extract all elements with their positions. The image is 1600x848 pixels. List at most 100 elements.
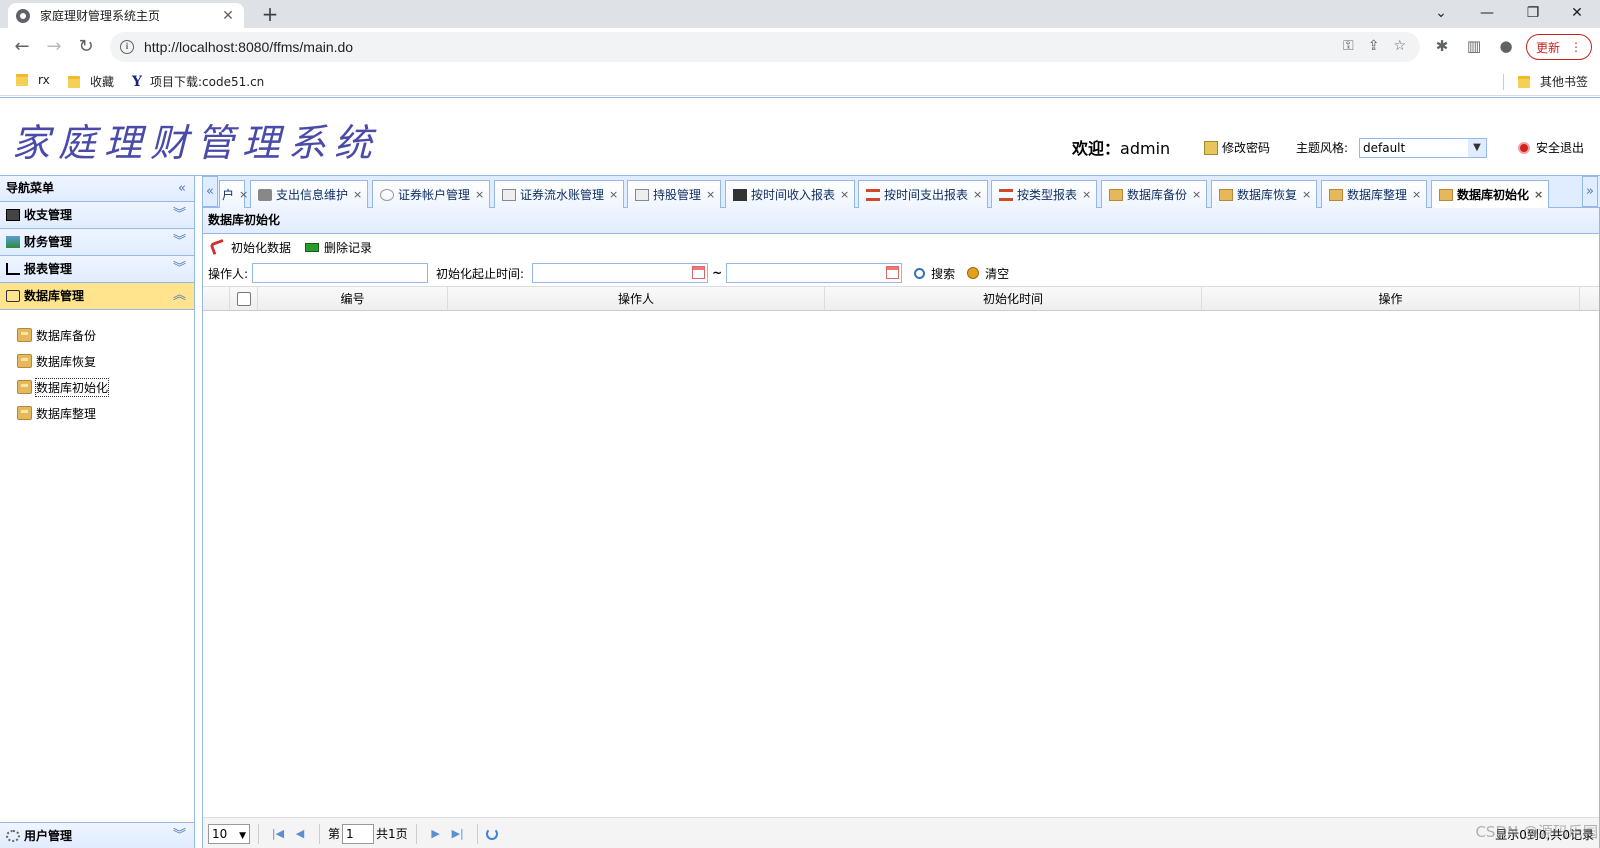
tab-close-icon[interactable]: × [475,188,484,201]
clear-button[interactable]: 清空 [967,265,1009,282]
restore-button[interactable]: ❐ [1510,0,1556,28]
welcome-text: 欢迎：admin [1072,139,1171,158]
col-header-operator[interactable]: 操作人 [448,287,825,310]
next-page-icon[interactable]: ▶ [425,827,447,840]
tab-scroll-left-icon[interactable]: « [202,176,218,207]
tab-scroll-right-icon[interactable]: » [1582,176,1598,207]
delete-icon [305,242,320,252]
tab-close-icon[interactable]: × [840,188,849,201]
sidebar-group-users[interactable]: 用户管理 ︾ [0,822,194,848]
bookmark-other[interactable]: 其他书签 [1518,73,1588,90]
theme-select[interactable]: default ▼ [1359,138,1487,158]
refresh-icon[interactable] [485,827,498,840]
operator-input[interactable] [252,263,429,283]
first-page-icon[interactable]: |◀ [267,827,289,840]
sidebar-item-db-backup[interactable]: 数据库备份 [0,322,194,348]
profile-icon[interactable]: ● [1496,37,1516,55]
col-header-id[interactable]: 编号 [258,287,448,310]
sidebar: 导航菜单 « 收支管理 ︾ 财务管理 ︾ 报表管理 ︾ 数据库管理 ︽ 数据库备… [0,176,195,848]
globe-icon [16,8,30,23]
select-all-checkbox[interactable] [236,291,251,306]
back-icon[interactable]: ← [10,35,34,59]
tab-db-backup[interactable]: 数据库备份 × [1101,180,1208,208]
change-password-link[interactable]: 修改密码 [1204,139,1270,156]
pager-separator [319,823,320,844]
tab-holdings[interactable]: 持股管理 × [627,180,722,208]
menu-dots-icon: ⋮ [1570,40,1582,54]
browser-tab[interactable]: 家庭理财管理系统主页 ✕ [8,3,244,28]
search-button[interactable]: 搜索 [914,265,955,282]
tab-close-icon[interactable]: × [609,188,618,201]
tab-db-cleanup[interactable]: 数据库整理 × [1321,180,1428,208]
collapse-left-icon[interactable]: « [178,176,186,201]
tab-close-icon[interactable]: × [973,188,982,201]
hierarchy-icon [866,188,880,201]
sidebar-group-income[interactable]: 收支管理 ︾ [0,202,194,229]
tab-search-icon[interactable]: ⌄ [1418,0,1464,28]
update-button[interactable]: 更新 ⋮ [1526,34,1592,60]
calendar-icon[interactable] [692,266,706,279]
select-all-cell [230,287,258,310]
reload-icon[interactable]: ↻ [74,35,98,59]
last-page-icon[interactable]: ▶| [447,827,469,840]
end-date-input[interactable] [726,263,903,283]
share-icon[interactable]: ⇪ [1368,38,1380,54]
calendar-icon[interactable] [886,266,900,279]
address-bar[interactable]: i http://localhost:8080/ffms/main.do ⚿ ⇪… [110,32,1420,62]
new-tab-button[interactable]: + [258,2,282,26]
close-window-button[interactable]: ✕ [1554,0,1600,28]
forward-icon[interactable]: → [42,35,66,59]
tab-close-icon[interactable]: × [239,188,248,201]
sidebar-item-db-restore[interactable]: 数据库恢复 [0,348,194,374]
start-date-field[interactable] [532,263,709,283]
tab-expense-info[interactable]: 支出信息维护 × [250,180,369,208]
key-icon[interactable]: ⚿ [1343,38,1354,54]
tab-db-restore[interactable]: 数据库恢复 × [1211,180,1318,208]
clear-icon [967,267,980,279]
sidebar-group-database[interactable]: 数据库管理 ︽ [0,283,194,310]
chevron-down-icon: ▼ [1468,139,1486,157]
col-header-action[interactable]: 操作 [1202,287,1580,310]
tab-close-icon[interactable]: × [1412,188,1421,201]
bookmark-favorites[interactable]: 收藏 [68,73,114,90]
tab-income-report[interactable]: 按时间收入报表 × [725,180,856,208]
page-size-select[interactable]: 10 ▼ [208,823,250,844]
extensions-icon[interactable]: ✱ [1432,37,1452,55]
tab-close-icon[interactable]: × [1302,188,1311,201]
logout-link[interactable]: 安全退出 [1518,139,1584,156]
page-number-input[interactable]: 1 [342,823,375,844]
tab-securities-account[interactable]: 证券帐户管理 × [372,180,491,208]
sidebar-group-report[interactable]: 报表管理 ︾ [0,256,194,283]
tab-type-report[interactable]: 按类型报表 × [991,180,1098,208]
close-tab-icon[interactable]: ✕ [220,8,236,24]
tab-user-partial[interactable]: 户 × [219,180,248,208]
init-data-button[interactable]: 初始化数据 [209,238,291,256]
tab-close-icon[interactable]: × [1082,188,1091,201]
minimize-button[interactable]: — [1464,0,1510,28]
sidebar-item-db-cleanup[interactable]: 数据库整理 [0,400,194,426]
tab-close-icon[interactable]: × [1534,188,1543,201]
app-logo: 家庭理财管理系统 [12,121,381,165]
star-icon[interactable]: ☆ [1393,38,1406,54]
power-icon [1518,141,1530,154]
pager: 10 ▼ |◀ ◀ 第 1 共1页 ▶ ▶| 显示0到0,共0记录 [203,817,1599,848]
delete-record-button[interactable]: 删除记录 [305,239,372,256]
site-info-icon[interactable]: i [120,40,134,54]
tab-securities-ledger[interactable]: 证券流水账管理 × [494,180,625,208]
bookmark-rx[interactable]: rx [16,73,50,87]
bookmark-code51[interactable]: Y 项目下载:code51.cn [132,73,264,90]
start-date-input[interactable] [532,263,709,283]
sidebar-group-finance[interactable]: 财务管理 ︾ [0,229,194,256]
side-panel-icon[interactable]: ▥ [1464,37,1484,55]
sidebar-item-db-init[interactable]: 数据库初始化 [0,374,194,400]
prev-page-icon[interactable]: ◀ [289,827,311,840]
tab-expense-report[interactable]: 按时间支出报表 × [858,180,989,208]
col-header-init-time[interactable]: 初始化时间 [825,287,1202,310]
end-date-field[interactable] [726,263,903,283]
card-icon [635,188,649,201]
tab-close-icon[interactable]: × [353,188,362,201]
database-menu: 数据库备份 数据库恢复 数据库初始化 数据库整理 [0,310,194,426]
tab-close-icon[interactable]: × [1192,188,1201,201]
tab-close-icon[interactable]: × [706,188,715,201]
tab-db-init[interactable]: 数据库初始化 × [1431,180,1550,208]
